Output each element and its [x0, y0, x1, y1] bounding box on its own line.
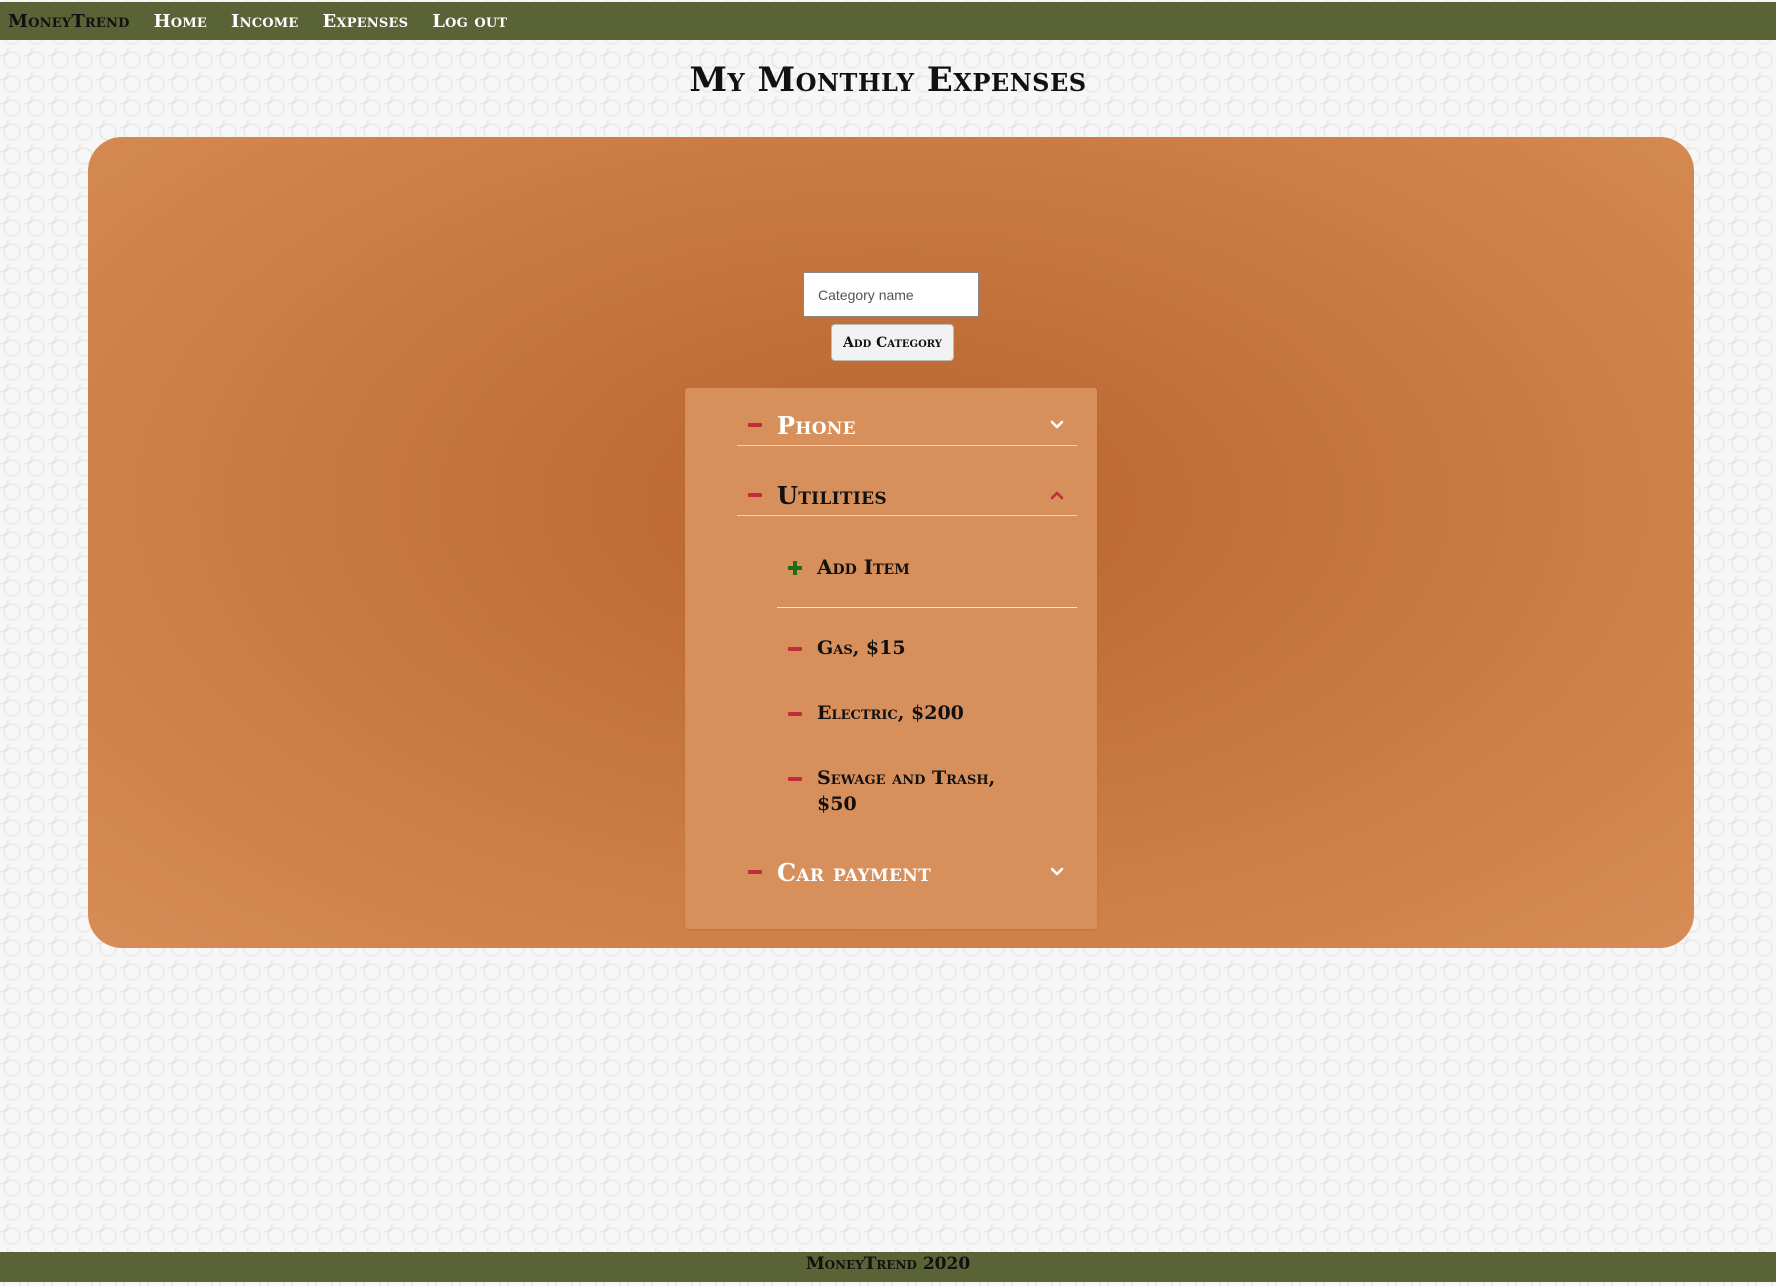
chevron-down-icon[interactable]: [1049, 864, 1065, 880]
minus-icon[interactable]: [787, 771, 803, 787]
nav-link-home[interactable]: Home: [154, 11, 207, 32]
brand-logo[interactable]: MoneyTrend: [8, 11, 130, 32]
plus-icon[interactable]: [787, 560, 803, 576]
nav-link-logout[interactable]: Log out: [432, 11, 507, 32]
divider: [777, 607, 1077, 608]
expense-item: Electric, $200: [777, 700, 1077, 726]
nav-link-income[interactable]: Income: [231, 11, 298, 32]
page-title: My Monthly Expenses: [689, 60, 1087, 100]
minus-icon[interactable]: [747, 864, 763, 880]
chevron-up-icon[interactable]: [1049, 487, 1065, 503]
minus-icon[interactable]: [747, 417, 763, 433]
expense-item-label: Gas, $15: [817, 637, 906, 659]
expense-item: Gas, $15: [777, 635, 1077, 661]
expense-item-label: Electric, $200: [817, 702, 964, 724]
page-footer: MoneyTrend 2020: [0, 1252, 1776, 1282]
minus-icon[interactable]: [787, 706, 803, 722]
category-header-utilities[interactable]: Utilities: [737, 475, 1077, 516]
add-item-label: Add Item: [817, 555, 910, 579]
minus-icon[interactable]: [747, 487, 763, 503]
add-item-row[interactable]: Add Item: [777, 554, 1077, 580]
minus-icon[interactable]: [787, 641, 803, 657]
expense-item: Sewage and Trash, $50: [777, 765, 1077, 817]
expense-item-label: Sewage and Trash, $50: [817, 767, 996, 815]
category-title: Phone: [777, 410, 856, 440]
category-title: Car payment: [777, 857, 932, 887]
category-name-input[interactable]: [803, 272, 979, 317]
nav-link-expenses[interactable]: Expenses: [323, 11, 409, 32]
category-header-phone[interactable]: Phone: [737, 405, 1077, 446]
categories-accordion: Phone Utilities Add Item Gas, $15 Electr…: [685, 388, 1097, 929]
category-title: Utilities: [777, 480, 887, 510]
chevron-down-icon[interactable]: [1049, 417, 1065, 433]
add-category-button[interactable]: Add Category: [831, 324, 954, 361]
category-header-car-payment[interactable]: Car payment: [737, 852, 1077, 892]
top-navbar: MoneyTrend Home Income Expenses Log out: [0, 2, 1776, 40]
